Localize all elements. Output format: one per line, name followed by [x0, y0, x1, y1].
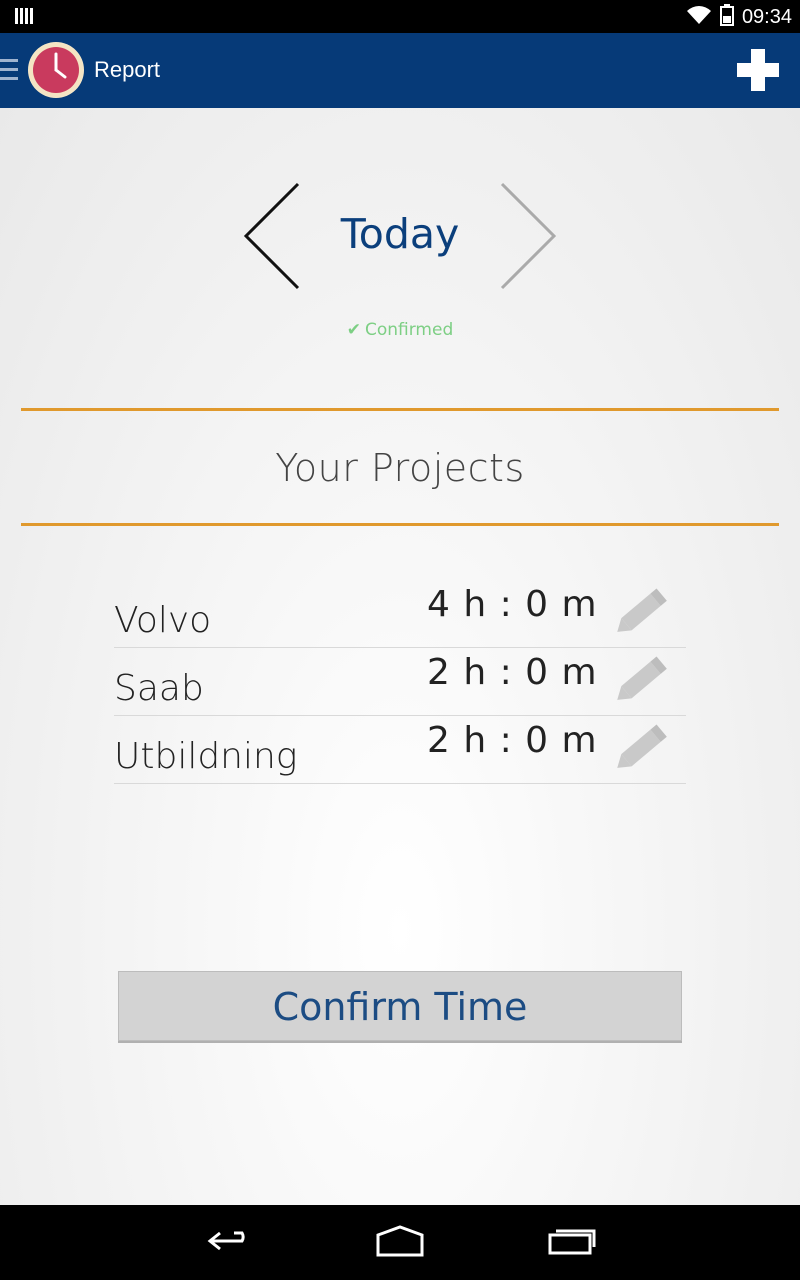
- divider-bottom: [21, 523, 779, 526]
- status-bar: 09:34: [0, 0, 800, 33]
- recent-apps-icon: [548, 1229, 596, 1255]
- add-button[interactable]: [737, 49, 779, 91]
- list-item: Saab 2 h : 0 m: [114, 648, 686, 716]
- wifi-icon: [686, 5, 712, 29]
- pencil-icon[interactable]: [610, 650, 672, 710]
- project-time: 2 h : 0 m: [427, 720, 598, 761]
- list-item: Utbildning 2 h : 0 m: [114, 716, 686, 784]
- home-icon: [376, 1225, 424, 1257]
- project-name: Utbildning: [114, 736, 298, 777]
- chevron-left-icon: [243, 182, 300, 290]
- pencil-icon[interactable]: [610, 582, 672, 642]
- menu-icon[interactable]: [0, 59, 18, 87]
- app-bar: Report: [0, 33, 800, 108]
- battery-icon: [719, 4, 734, 30]
- selected-day-label: Today: [340, 210, 460, 258]
- confirmation-status: ✔ Confirmed: [0, 320, 800, 340]
- confirmation-status-text: Confirmed: [364, 320, 454, 340]
- clock-logo-icon[interactable]: [28, 42, 84, 98]
- chevron-right-icon: [500, 182, 557, 290]
- clock: 09:34: [741, 5, 792, 28]
- date-navigator: Today: [0, 178, 800, 298]
- home-button[interactable]: [374, 1221, 426, 1265]
- checkmark-icon: ✔: [346, 320, 361, 340]
- notification-icon: [14, 7, 34, 29]
- project-name: Volvo: [114, 600, 212, 641]
- back-arrow-icon: [207, 1231, 245, 1251]
- project-time: 2 h : 0 m: [427, 652, 598, 693]
- system-nav-bar: [0, 1205, 800, 1280]
- plus-icon: [737, 49, 779, 91]
- project-list: Volvo 4 h : 0 m Saab 2 h : 0 m Utbildnin…: [114, 580, 686, 784]
- list-item: Volvo 4 h : 0 m: [114, 580, 686, 648]
- recent-apps-button[interactable]: [546, 1221, 598, 1265]
- back-button[interactable]: [206, 1221, 254, 1265]
- pencil-icon[interactable]: [610, 718, 672, 778]
- next-day-button[interactable]: [494, 180, 564, 292]
- divider-top: [21, 408, 779, 411]
- project-name: Saab: [114, 668, 204, 709]
- page-title: Report: [94, 57, 161, 82]
- previous-day-button[interactable]: [238, 180, 308, 292]
- project-time: 4 h : 0 m: [427, 584, 598, 625]
- report-content: Today ✔ Confirmed Your Projects Volvo 4 h…: [0, 108, 800, 1205]
- confirm-time-button[interactable]: Confirm Time: [118, 971, 682, 1041]
- projects-heading: Your Projects: [275, 446, 525, 490]
